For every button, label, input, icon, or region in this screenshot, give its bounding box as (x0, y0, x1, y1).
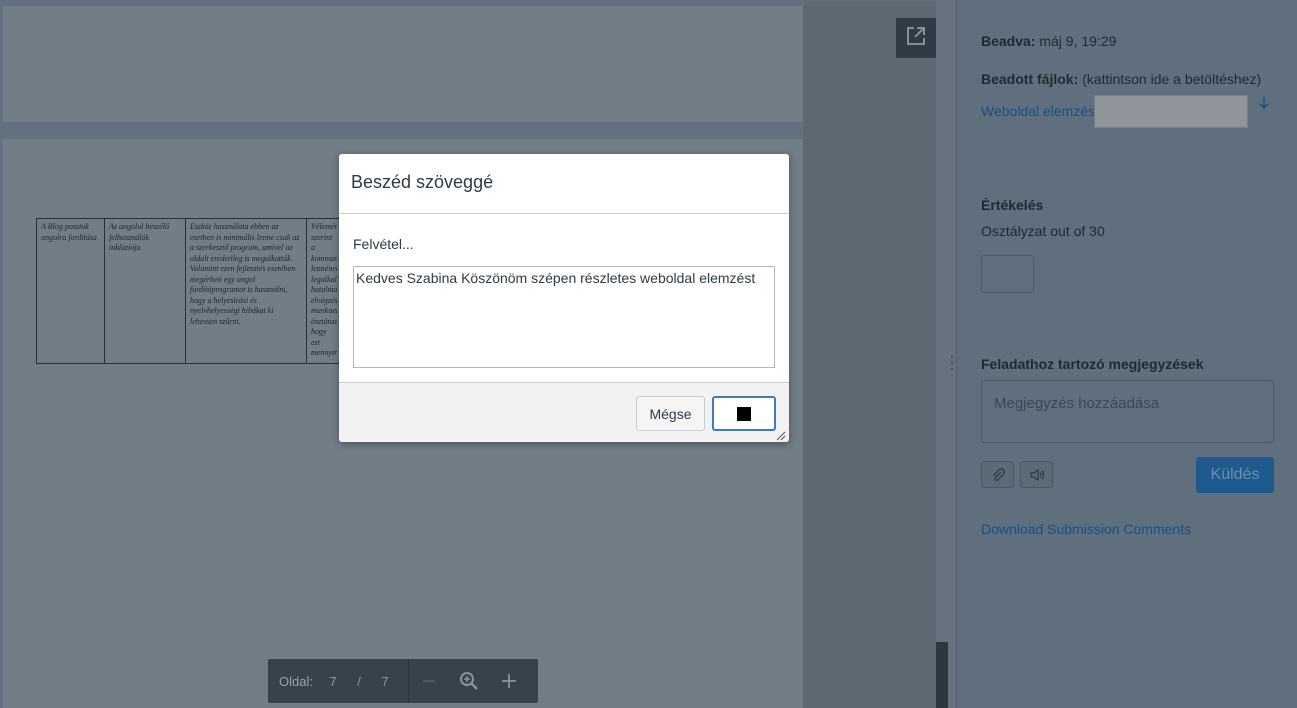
zoom-out-button[interactable] (409, 659, 449, 703)
table-row: A Blog posztok angolra fordítása Az ango… (36, 218, 342, 364)
viewer-gutter (803, 6, 936, 708)
comment-input[interactable]: Megjegyzés hozzáadása (981, 380, 1274, 443)
files-label: Beadott fájlok: (981, 71, 1079, 87)
scrollbar-thumb[interactable] (936, 642, 948, 708)
dialog-footer: Mégse (339, 382, 789, 442)
grading-title: Értékelés (981, 197, 1044, 213)
send-button[interactable]: Küldés (1196, 457, 1274, 493)
speech-to-text-button[interactable] (1020, 461, 1053, 488)
submitted-files: Beadott fájlok: (kattintson ide a betölt… (981, 71, 1261, 87)
table-cell: A Blog posztok angolra fordítása (36, 218, 105, 364)
stop-icon (737, 406, 751, 421)
total-pages: 7 (381, 673, 389, 689)
submitted-value: máj 9, 19:29 (1039, 33, 1117, 49)
page-separator: / (357, 673, 361, 689)
speech-to-text-dialog: Beszéd szöveggé Felvétel... Kedves Szabi… (339, 154, 789, 442)
document-table: A Blog posztok angolra fordítása Az ango… (36, 218, 342, 364)
zoom-in-button[interactable] (489, 659, 529, 703)
file-link[interactable]: Weboldal elemzés (981, 103, 1095, 119)
file-name-box (1094, 95, 1248, 128)
dialog-title: Beszéd szöveggé (339, 154, 789, 214)
external-link-icon (906, 26, 926, 51)
zoom-in-icon (460, 672, 478, 690)
plus-icon (502, 674, 516, 688)
table-cell: Az angolul beszélő felhasználók inklúzió… (104, 218, 186, 364)
grade-caption: Osztályzat out of 30 (981, 223, 1105, 239)
cancel-button[interactable]: Mégse (636, 396, 705, 431)
resize-handle-icon[interactable] (949, 353, 955, 376)
grade-input[interactable] (981, 255, 1034, 293)
dialog-body: Felvétel... Kedves Szabina Köszönöm szép… (339, 214, 789, 382)
current-page-input[interactable]: 7 (320, 674, 346, 689)
recording-status: Felvétel... (353, 236, 414, 252)
pdf-page-6 (3, 6, 803, 122)
stop-recording-button[interactable] (712, 396, 776, 431)
grading-sidebar: Beadva: máj 9, 19:29 Beadott fájlok: (ka… (950, 0, 1297, 708)
pdf-toolbar: Oldal: 7 / 7 (268, 659, 538, 703)
files-hint[interactable]: (kattintson ide a betöltéshez) (1082, 71, 1261, 87)
transcript-textarea[interactable]: Kedves Szabina Köszönöm szépen részletes… (353, 266, 775, 368)
table-cell: Véleményem szerint a kommunikációs lenné… (306, 218, 342, 364)
table-cell: Eszköz használata ebben az esetben is mi… (185, 218, 307, 364)
submitted-info: Beadva: máj 9, 19:29 (981, 33, 1116, 49)
zoom-button[interactable] (449, 659, 489, 703)
dialog-resize-icon[interactable] (775, 428, 786, 441)
submitted-label: Beadva: (981, 33, 1036, 49)
popout-button[interactable] (896, 18, 936, 58)
minus-icon (423, 680, 435, 682)
page-label: Oldal: (279, 673, 313, 689)
download-arrow-icon[interactable] (1259, 96, 1269, 113)
download-comments-link[interactable]: Download Submission Comments (981, 521, 1191, 537)
attach-button[interactable] (981, 461, 1014, 488)
speaker-icon (1029, 468, 1044, 481)
comments-title: Feladathoz tartozó megjegyzések (981, 356, 1204, 372)
paperclip-icon (992, 467, 1005, 481)
